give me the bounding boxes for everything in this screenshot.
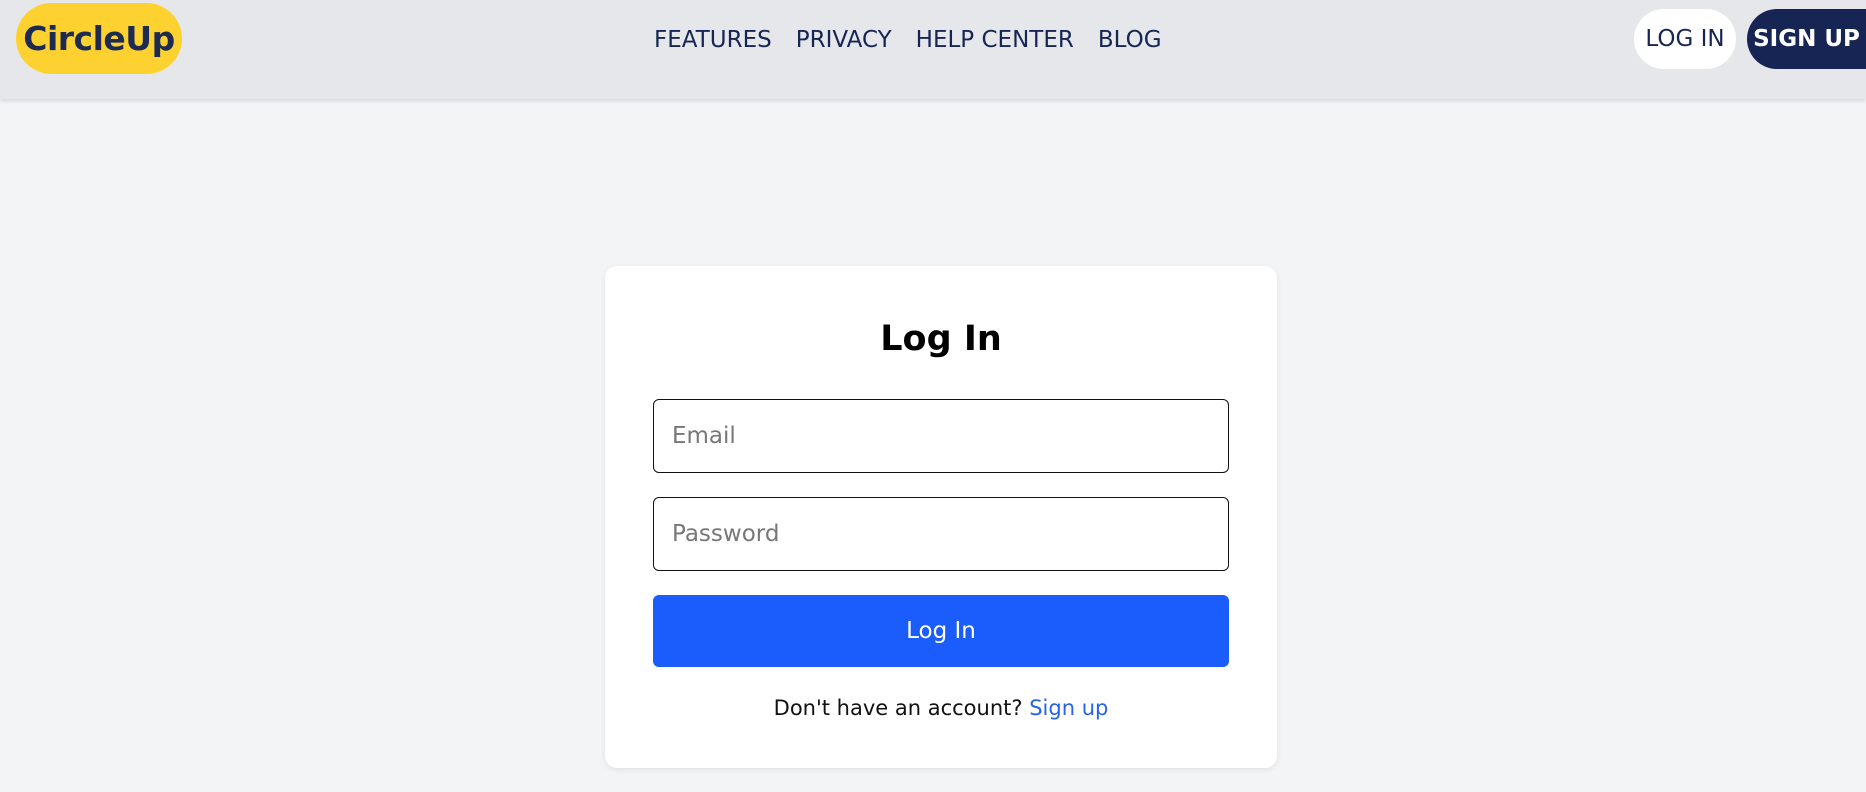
signup-prompt: Don't have an account? Sign up bbox=[605, 692, 1277, 724]
nav-link-help-center[interactable]: HELP CENTER bbox=[916, 22, 1074, 58]
email-input[interactable] bbox=[653, 399, 1229, 473]
password-input[interactable] bbox=[653, 497, 1229, 571]
nav-link-features[interactable]: FEATURES bbox=[654, 22, 772, 58]
login-card: Log In Log In Don't have an account? Sig… bbox=[605, 266, 1277, 768]
logo[interactable]: CircleUp bbox=[16, 3, 182, 74]
login-title: Log In bbox=[880, 319, 1002, 359]
nav-link-privacy[interactable]: PRIVACY bbox=[796, 22, 892, 58]
signup-button[interactable]: SIGN UP bbox=[1747, 9, 1866, 69]
signup-prompt-text: Don't have an account? bbox=[773, 696, 1023, 720]
top-navbar: CircleUp FEATURES PRIVACY HELP CENTER BL… bbox=[0, 0, 1866, 99]
login-button[interactable]: LOG IN bbox=[1634, 9, 1736, 69]
login-submit-button[interactable]: Log In bbox=[653, 595, 1229, 667]
main-nav: FEATURES PRIVACY HELP CENTER BLOG bbox=[654, 22, 1162, 58]
nav-link-blog[interactable]: BLOG bbox=[1098, 22, 1162, 58]
signup-link[interactable]: Sign up bbox=[1029, 696, 1108, 720]
